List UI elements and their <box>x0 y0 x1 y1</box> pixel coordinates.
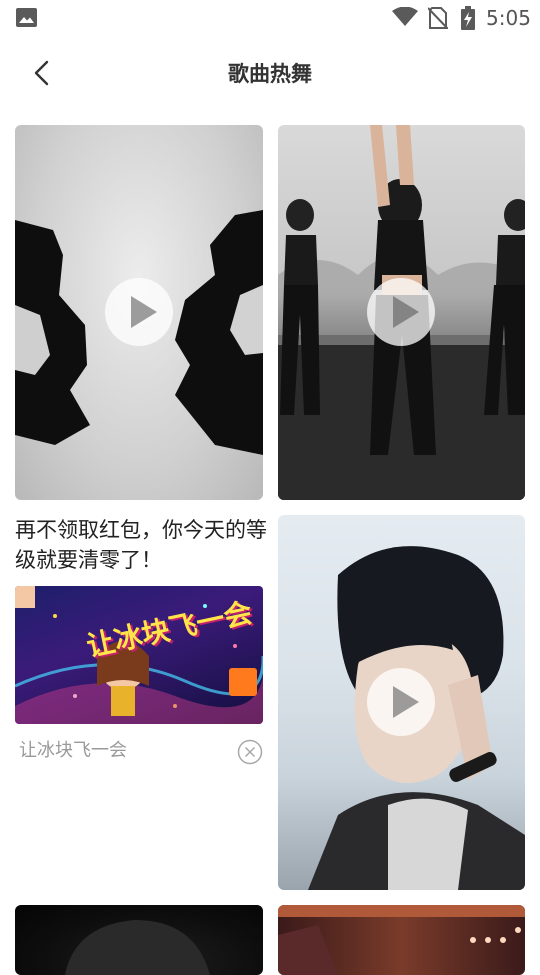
wifi-icon <box>392 7 418 26</box>
ad-source: 让冰块飞一会 <box>19 740 127 761</box>
chevron-left-icon <box>34 60 49 86</box>
page-title: 歌曲热舞 <box>228 62 312 86</box>
video-thumbnail <box>278 905 525 975</box>
gallery-icon <box>16 8 37 27</box>
top-app-bar: 歌曲热舞 <box>0 36 540 112</box>
status-time: 5:05 <box>486 6 531 30</box>
video-card-dark-portrait[interactable] <box>15 905 263 975</box>
video-card-hands-silhouette[interactable] <box>15 125 263 500</box>
video-card-dance-studio[interactable] <box>278 125 525 500</box>
play-icon[interactable] <box>367 668 435 736</box>
status-bar: 5:05 <box>0 0 540 36</box>
video-thumbnail <box>65 920 210 975</box>
play-icon[interactable] <box>367 278 435 346</box>
ad-banner[interactable]: 让冰块飞一会 <box>15 586 263 724</box>
battery-charging-icon <box>461 6 475 30</box>
video-card-concert-stage[interactable] <box>278 905 525 975</box>
video-card-portrait-boy[interactable] <box>278 515 525 890</box>
play-icon[interactable] <box>105 278 173 346</box>
no-sim-icon <box>428 7 448 29</box>
close-circle-icon[interactable] <box>237 739 263 765</box>
back-button[interactable] <box>28 58 58 88</box>
ad-headline[interactable]: 再不领取红包，你今天的等级就要清零了！ <box>15 515 267 575</box>
